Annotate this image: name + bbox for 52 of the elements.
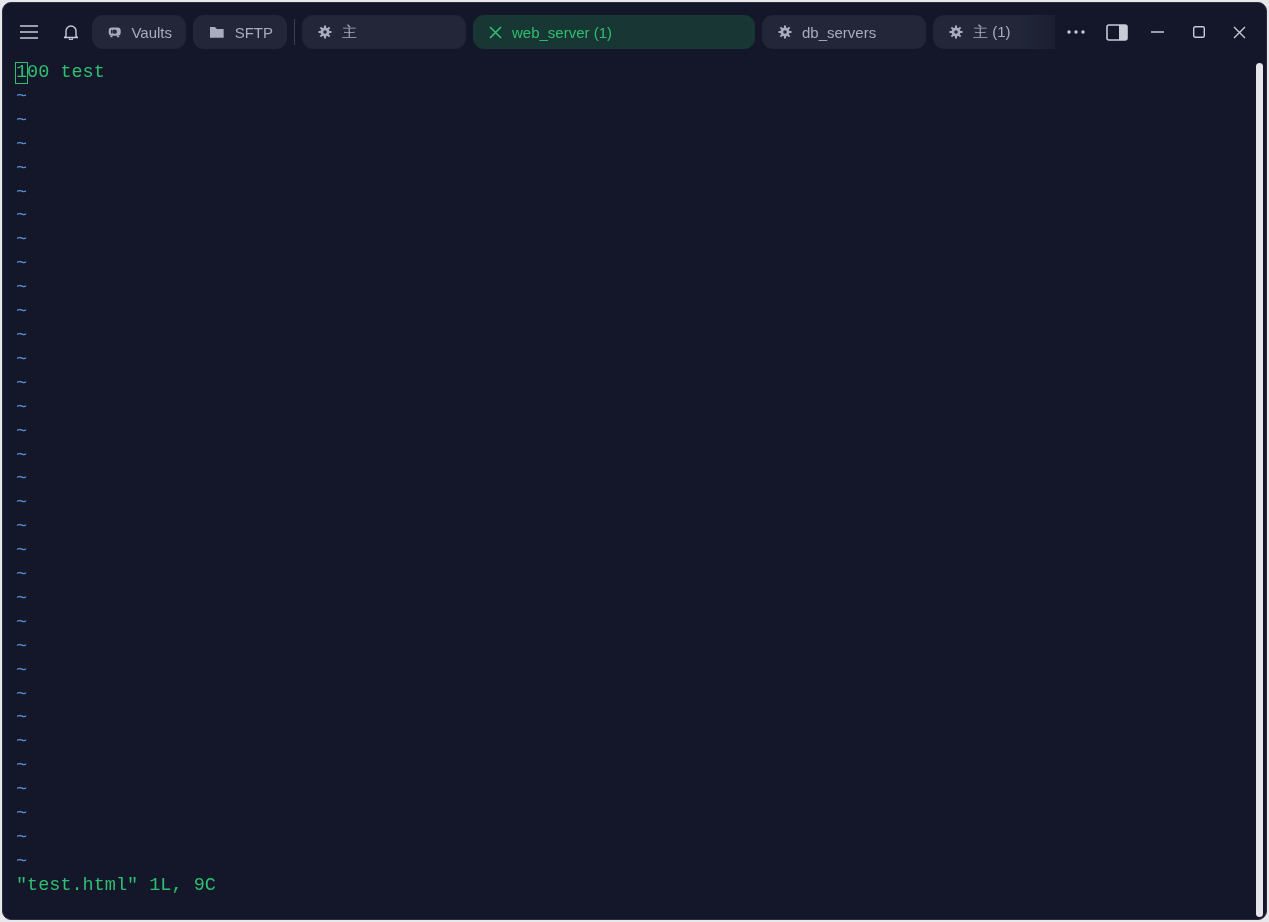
empty-line-marker: ~ (16, 730, 28, 755)
empty-line-marker: ~ (16, 204, 28, 229)
empty-line-marker: ~ (16, 228, 28, 253)
empty-line-marker: ~ (16, 180, 28, 205)
scrollbar[interactable] (1256, 63, 1263, 917)
gear-icon (949, 25, 963, 39)
gear-icon (318, 25, 332, 39)
status-message: "test.html" 1L, 9C (16, 873, 216, 898)
empty-line-marker: ~ (16, 778, 28, 803)
empty-line-marker: ~ (16, 395, 28, 420)
tab[interactable]: Vaults (92, 15, 186, 49)
empty-line-marker: ~ (16, 323, 28, 348)
tab[interactable]: web_server (1) (473, 15, 755, 49)
empty-line-marker: ~ (16, 276, 28, 301)
bell-icon[interactable] (64, 24, 78, 40)
empty-line-marker: ~ (16, 682, 28, 707)
empty-line-marker: ~ (16, 634, 28, 659)
empty-line-marker: ~ (16, 826, 28, 850)
maximize-icon[interactable] (1192, 26, 1205, 38)
empty-line-marker: ~ (16, 563, 28, 587)
empty-line-marker: ~ (16, 132, 28, 157)
empty-line-marker: ~ (16, 706, 28, 731)
empty-line-marker: ~ (16, 84, 28, 109)
empty-line-marker: ~ (16, 802, 28, 826)
side-panel-icon[interactable] (1105, 23, 1128, 41)
empty-line-marker: ~ (16, 586, 28, 611)
empty-line-marker: ~ (16, 539, 28, 564)
tab[interactable]: db_servers (762, 15, 926, 49)
tab[interactable]: 主 (1) (933, 15, 1055, 49)
empty-line-marker: ~ (16, 419, 28, 444)
more-icon[interactable] (1066, 30, 1085, 34)
close-tab-icon[interactable] (489, 25, 502, 39)
empty-line-marker: ~ (16, 300, 28, 324)
empty-line-marker: ~ (16, 443, 28, 468)
empty-line-marker: ~ (16, 108, 28, 133)
tab[interactable]: 主 (302, 15, 466, 49)
empty-line-marker: ~ (16, 610, 28, 635)
tab[interactable]: SFTP (193, 15, 287, 49)
close-icon[interactable] (1233, 25, 1246, 39)
empty-line-marker: ~ (16, 491, 28, 516)
empty-line-marker: ~ (16, 754, 28, 779)
empty-line-marker: ~ (16, 515, 28, 540)
empty-line-marker: ~ (16, 467, 28, 492)
empty-line-marker: ~ (16, 156, 28, 181)
empty-line-marker: ~ (16, 849, 28, 874)
folder-icon (209, 25, 225, 39)
menu-icon[interactable] (20, 25, 38, 39)
gear-icon (778, 25, 792, 39)
empty-line-marker: ~ (16, 252, 28, 277)
empty-line-marker: ~ (16, 658, 28, 683)
empty-line-marker: ~ (16, 347, 28, 372)
empty-line-marker: ~ (16, 371, 28, 396)
